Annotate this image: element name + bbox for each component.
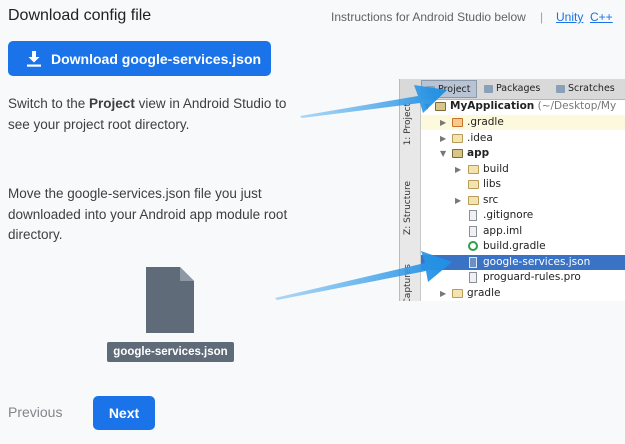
text-file-icon — [469, 272, 477, 283]
tree-row-src[interactable]: ▶ src — [421, 193, 625, 208]
ide-tab-bar: Project Packages Scratches — [400, 79, 625, 100]
module-folder-icon — [452, 149, 463, 158]
side-label-project[interactable]: 1: Project — [403, 103, 413, 145]
header-separator: | — [540, 10, 544, 24]
tree-row-app[interactable]: ▼ app — [421, 146, 625, 161]
tree-row-proguard[interactable]: proguard-rules.pro — [421, 270, 625, 285]
next-button[interactable]: Next — [93, 396, 155, 430]
side-label-captures[interactable]: Captures — [403, 264, 413, 301]
download-icon — [27, 51, 41, 67]
project-view-emphasis: Project — [89, 96, 135, 111]
tree-row-gradle[interactable]: ▶ gradle — [421, 286, 625, 301]
file-icon — [146, 267, 194, 333]
tree-row-app-iml[interactable]: app.iml — [421, 224, 625, 239]
ide-tab-scratches[interactable]: Scratches — [552, 80, 625, 98]
tree-row-myapplication[interactable]: ▼ MyApplication (~/Desktop/My — [421, 99, 625, 114]
unity-link[interactable]: Unity — [556, 10, 583, 24]
cpp-link[interactable]: C++ — [590, 10, 613, 24]
ide-tab-project[interactable]: Project — [421, 80, 477, 98]
tree-row-gradle-hidden[interactable]: ▶ .gradle — [421, 115, 625, 130]
side-label-structure[interactable]: Z: Structure — [403, 181, 413, 235]
step2-instruction: Move the google-services.json file you j… — [8, 186, 288, 242]
download-button-label: Download google-services.json — [51, 50, 262, 67]
page-title: Download config file — [8, 7, 152, 24]
tree-row-libs[interactable]: libs — [421, 177, 625, 192]
folder-icon — [468, 180, 479, 189]
step1-instruction: Switch to the Project view in Android St… — [8, 96, 287, 132]
folder-icon — [468, 165, 479, 174]
android-studio-project-panel: Project Packages Scratches 1: Project Z:… — [399, 79, 625, 301]
file-name-badge: google-services.json — [107, 342, 234, 362]
tree-row-idea[interactable]: ▶ .idea — [421, 131, 625, 146]
instructions-note: Instructions for Android Studio below — [331, 10, 526, 24]
previous-button[interactable]: Previous — [8, 404, 62, 420]
module-folder-icon — [435, 102, 446, 111]
ide-side-toolbar: 1: Project Z: Structure Captures — [400, 99, 421, 301]
iml-file-icon — [469, 226, 477, 237]
gradle-icon — [468, 241, 478, 251]
text-file-icon — [469, 210, 477, 221]
folder-icon — [468, 196, 479, 205]
folder-icon — [452, 289, 463, 298]
folder-icon — [452, 134, 463, 143]
folder-icon — [452, 118, 463, 127]
tree-row-gitignore[interactable]: .gitignore — [421, 208, 625, 223]
download-config-button[interactable]: Download google-services.json — [8, 41, 271, 76]
ide-tab-packages[interactable]: Packages — [480, 80, 548, 98]
tree-row-build[interactable]: ▶ build — [421, 162, 625, 177]
json-file-icon — [469, 257, 477, 268]
tree-row-build-gradle[interactable]: build.gradle — [421, 239, 625, 254]
tree-row-google-services-json[interactable]: google-services.json — [421, 255, 625, 270]
